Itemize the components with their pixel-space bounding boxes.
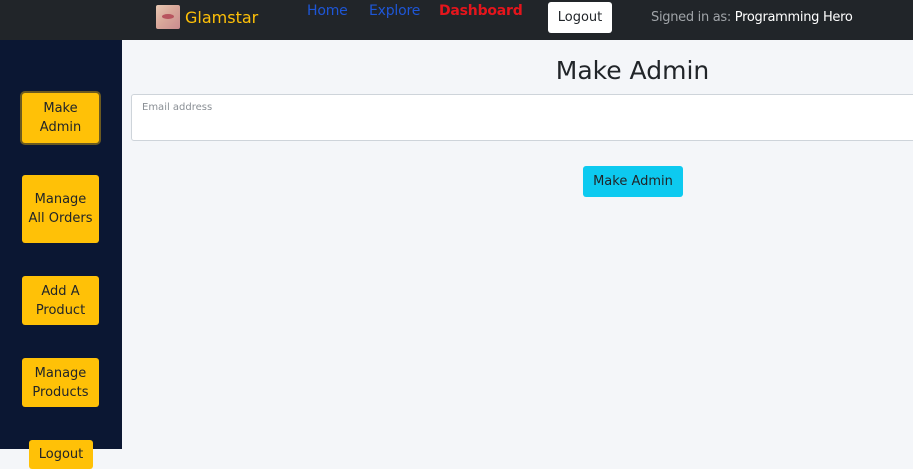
nav-link-home[interactable]: Home [307, 3, 348, 19]
signed-in-prefix: Signed in as: [651, 10, 731, 25]
email-field[interactable]: Email address [131, 94, 913, 141]
signed-in-user: Programming Hero [734, 10, 853, 25]
sidebar-item-make-admin[interactable]: Make Admin [22, 93, 99, 143]
email-input[interactable] [142, 117, 902, 137]
brand-name: Glamstar [185, 7, 259, 27]
make-admin-button[interactable]: Make Admin [583, 166, 683, 197]
sidebar-item-manage-all-orders[interactable]: Manage All Orders [22, 175, 99, 243]
email-field-label: Email address [142, 102, 213, 113]
brand[interactable]: Glamstar [156, 5, 258, 29]
nav-link-explore[interactable]: Explore [369, 3, 420, 19]
nav-link-dashboard[interactable]: Dashboard [439, 3, 523, 19]
navbar-logout-button[interactable]: Logout [548, 2, 612, 33]
signed-in-status: Signed in as: Programming Hero [651, 10, 853, 25]
brand-logo-icon [156, 5, 180, 29]
sidebar-logout-button[interactable]: Logout [29, 440, 93, 469]
sidebar: Make Admin Manage All Orders Add A Produ… [0, 40, 122, 469]
page-title: Make Admin [555, 56, 710, 85]
sidebar-item-manage-products[interactable]: Manage Products [22, 358, 99, 407]
top-navbar: Glamstar Home Explore Dashboard Logout S… [0, 0, 913, 40]
sidebar-item-add-product[interactable]: Add A Product [22, 276, 99, 325]
